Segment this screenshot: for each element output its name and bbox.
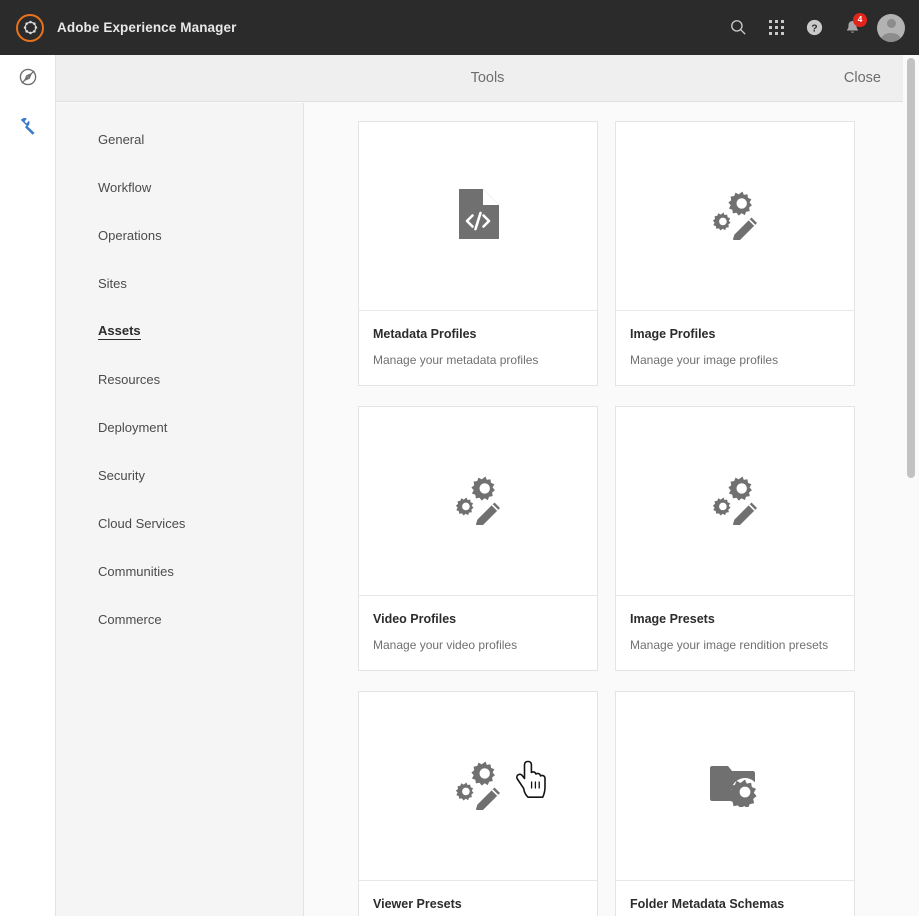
tool-card-image-profiles[interactable]: Image Profiles Manage your image profile… [615,121,855,386]
card-thumbnail [359,122,597,311]
svg-text:?: ? [811,24,817,35]
close-button[interactable]: Close [844,70,881,86]
help-icon[interactable]: ? [795,9,833,47]
tools-panel: Tools Close General Workflow Operations … [56,55,919,916]
sidebar-item-label: Sites [98,276,127,291]
card-thumbnail [616,122,854,311]
sidebar-item-resources[interactable]: Resources [56,355,303,403]
apps-grid-icon[interactable] [757,9,795,47]
sidebar-item-deployment[interactable]: Deployment [56,403,303,451]
sidebar-item-operations[interactable]: Operations [56,211,303,259]
scrollbar-thumb[interactable] [907,58,915,478]
sidebar-item-label: Workflow [98,180,151,195]
top-bar-actions: ? 4 [719,0,919,55]
tools-card-area: Metadata Profiles Manage your metadata p… [304,103,919,916]
gears-pencil-icon [452,473,504,530]
card-description: Manage your image profiles [630,353,840,367]
gears-pencil-icon [709,473,761,530]
sidebar-item-assets[interactable]: Assets [56,307,303,355]
sidebar-item-label: Operations [98,228,162,243]
sidebar-item-label: General [98,132,144,147]
notification-badge: 4 [853,13,867,27]
left-rail [0,55,56,916]
tool-card-image-presets[interactable]: Image Presets Manage your image renditio… [615,406,855,671]
card-body: Viewer Presets Manage your viewer rendit… [359,881,597,916]
tool-card-video-profiles[interactable]: Video Profiles Manage your video profile… [358,406,598,671]
rail-item-navigation[interactable] [0,55,56,103]
search-icon[interactable] [719,9,757,47]
tool-card-metadata-profiles[interactable]: Metadata Profiles Manage your metadata p… [358,121,598,386]
rail-item-tools[interactable] [0,103,56,151]
sidebar-item-communities[interactable]: Communities [56,547,303,595]
sidebar-item-cloud-services[interactable]: Cloud Services [56,499,303,547]
card-body: Metadata Profiles Manage your metadata p… [359,311,597,385]
sidebar-item-commerce[interactable]: Commerce [56,595,303,643]
sidebar-item-general[interactable]: General [56,115,303,163]
brand[interactable]: Adobe Experience Manager [0,14,236,42]
tools-hammer-icon [17,114,39,141]
card-description: Manage your video profiles [373,638,583,652]
card-thumbnail [359,692,597,881]
tools-panel-header: Tools Close [56,55,919,102]
tool-card-folder-metadata-schemas[interactable]: Folder Metadata Schemas Manage your fold… [615,691,855,916]
apps-grid-dots [769,20,784,35]
sidebar-item-label: Commerce [98,612,162,627]
adobe-aem-logo-icon[interactable] [16,14,44,42]
sidebar-item-label: Cloud Services [98,516,185,531]
sidebar-item-label: Communities [98,564,174,579]
card-thumbnail [616,407,854,596]
card-body: Image Profiles Manage your image profile… [616,311,854,385]
tools-panel-body: General Workflow Operations Sites Assets… [56,103,919,916]
card-thumbnail [616,692,854,881]
tool-card-viewer-presets[interactable]: Viewer Presets Manage your viewer rendit… [358,691,598,916]
gears-pencil-icon [709,188,761,245]
card-title: Video Profiles [373,612,583,626]
tools-card-grid: Metadata Profiles Manage your metadata p… [358,121,895,916]
sidebar-item-label: Resources [98,372,160,387]
avatar[interactable] [877,14,905,42]
card-body: Video Profiles Manage your video profile… [359,596,597,670]
card-title: Folder Metadata Schemas [630,897,840,911]
card-body: Image Presets Manage your image renditio… [616,596,854,670]
card-body: Folder Metadata Schemas Manage your fold… [616,881,854,916]
card-title: Image Profiles [630,327,840,341]
sidebar-item-label: Security [98,468,145,483]
card-description: Manage your metadata profiles [373,353,583,367]
sidebar-item-workflow[interactable]: Workflow [56,163,303,211]
card-title: Image Presets [630,612,840,626]
file-code-icon [457,189,499,244]
sidebar-item-label: Assets [98,323,141,340]
vertical-scrollbar[interactable] [903,55,919,916]
sidebar-item-security[interactable]: Security [56,451,303,499]
app-title: Adobe Experience Manager [57,20,236,35]
card-title: Metadata Profiles [373,327,583,341]
tools-sidebar: General Workflow Operations Sites Assets… [56,103,304,916]
gears-pencil-icon [452,758,504,815]
card-description: Manage your image rendition presets [630,638,840,652]
notifications-bell-icon[interactable]: 4 [833,9,871,47]
navigation-compass-icon [17,66,39,93]
sidebar-item-sites[interactable]: Sites [56,259,303,307]
folder-gear-icon [709,761,761,812]
card-title: Viewer Presets [373,897,583,911]
card-thumbnail [359,407,597,596]
top-bar: Adobe Experience Manager ? 4 [0,0,919,55]
sidebar-item-label: Deployment [98,420,167,435]
page-title: Tools [471,70,505,86]
